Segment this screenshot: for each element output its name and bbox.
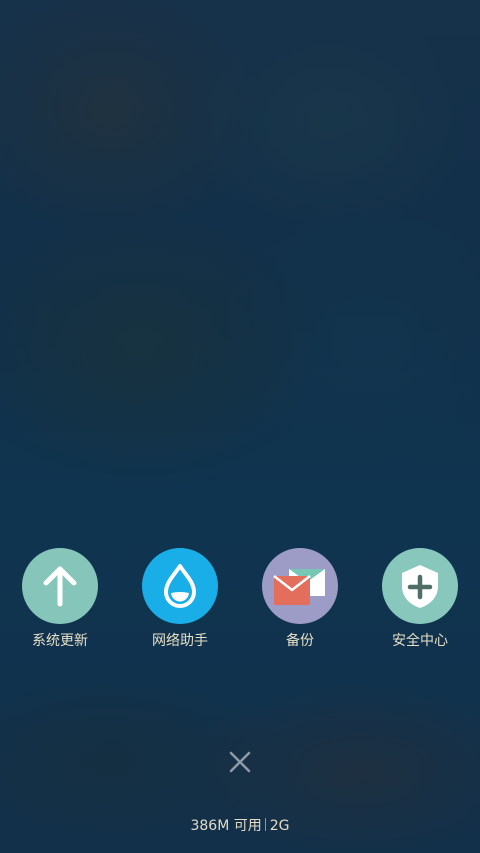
shield-plus-icon [402,565,438,608]
water-drop-icon [164,564,196,608]
status-divider [264,818,266,831]
security-center-icon-circle [382,548,458,624]
system-update-shortcut[interactable]: 系统更新 [0,548,120,658]
system-update-icon-circle [22,548,98,624]
security-center-label: 安全中心 [392,633,448,649]
blurred-wallpaper [0,0,480,853]
backup-icon-circle [262,548,338,624]
security-center-shortcut[interactable]: 安全中心 [360,548,480,658]
backup-shortcut[interactable]: 备份 [240,548,360,658]
backup-label: 备份 [286,633,314,649]
network-assistant-icon-circle [142,548,218,624]
close-button[interactable] [222,744,258,780]
network-assistant-shortcut[interactable]: 网络助手 [120,548,240,658]
quick-shortcuts: 系统更新 网络助手 备份 安全中心 [0,548,480,658]
memory-status-bar: 386M 可用 2G [0,817,480,835]
arrow-up-icon [43,566,77,607]
envelope-icon [273,569,325,605]
network-type-text: 2G [269,818,290,834]
network-assistant-label: 网络助手 [152,633,208,649]
close-icon [229,751,251,773]
system-update-label: 系统更新 [32,633,88,649]
available-memory-text: 386M 可用 [190,818,262,834]
